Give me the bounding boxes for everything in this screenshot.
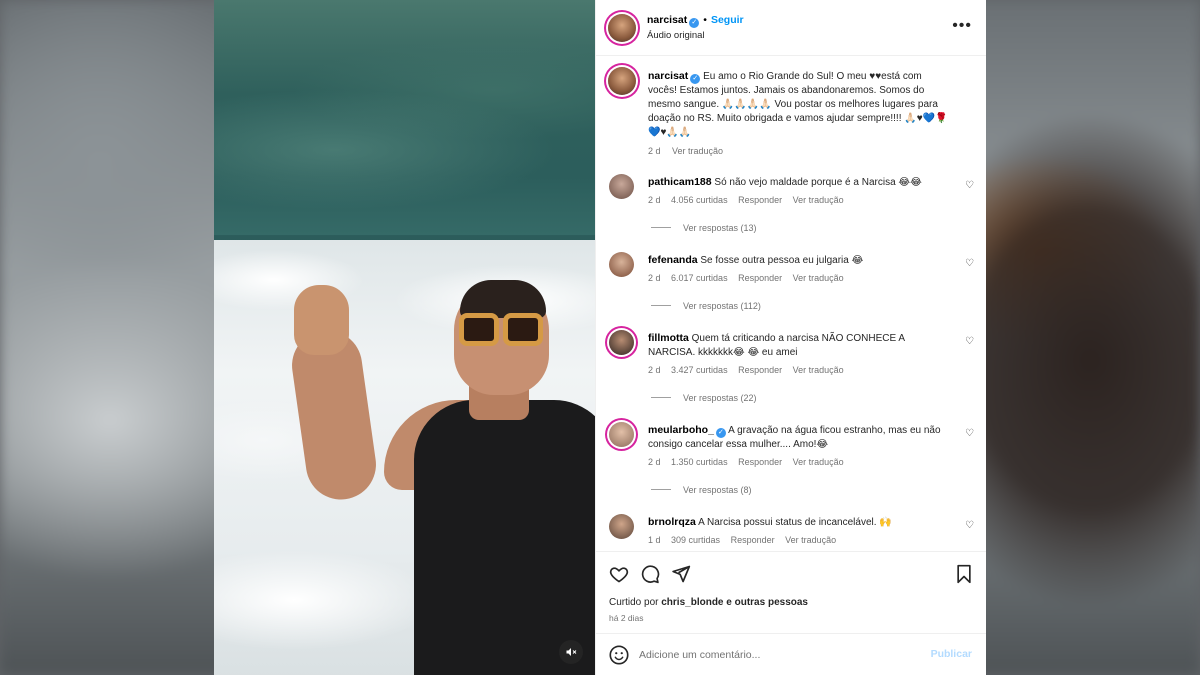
- comment-text-block: fefenanda Se fosse outra pessoa eu julga…: [648, 253, 948, 268]
- reply-button[interactable]: Responder: [738, 457, 782, 467]
- caption-translate-link[interactable]: Ver tradução: [672, 146, 723, 156]
- commenter-username[interactable]: fillmotta: [648, 332, 689, 344]
- comment-likes[interactable]: 3.427 curtidas: [671, 365, 728, 375]
- translate-link[interactable]: Ver tradução: [793, 273, 844, 283]
- view-replies-button[interactable]: Ver respostas (13): [651, 223, 757, 233]
- separator-dot: •: [703, 14, 707, 26]
- caption-username[interactable]: narcisat: [648, 70, 688, 82]
- comment-text-block: pathicam188 Só não vejo maldade porque é…: [648, 175, 948, 190]
- view-replies-button[interactable]: Ver respostas (8): [651, 485, 752, 495]
- comments-list[interactable]: narcisat ✓ Eu amo o Rio Grande do Sul! O …: [596, 56, 986, 551]
- publish-button[interactable]: Publicar: [931, 648, 972, 660]
- comment-text: A Narcisa possui status de incancelável.…: [698, 517, 892, 528]
- comment-text: Só não vejo maldade porque é a Narcisa 😂…: [714, 177, 922, 188]
- commenter-avatar[interactable]: [609, 252, 634, 277]
- ocean-wave: [214, 0, 595, 235]
- author-username[interactable]: narcisat: [647, 14, 687, 26]
- caption-avatar[interactable]: [608, 67, 636, 95]
- comment-time: 2 d: [648, 273, 661, 283]
- translate-link[interactable]: Ver tradução: [793, 365, 844, 375]
- comment-input[interactable]: [639, 646, 919, 664]
- translate-link[interactable]: Ver tradução: [785, 535, 836, 545]
- liked-prefix: Curtido por: [609, 597, 659, 608]
- reply-button[interactable]: Responder: [738, 273, 782, 283]
- commenter-username[interactable]: fefenanda: [648, 254, 698, 266]
- caption-meta: 2 d Ver tradução: [648, 144, 953, 158]
- replies-line: [651, 305, 671, 306]
- replies-line: [651, 227, 671, 228]
- reply-button[interactable]: Responder: [738, 195, 782, 205]
- translate-link[interactable]: Ver tradução: [793, 457, 844, 467]
- like-heart-icon[interactable]: [607, 562, 631, 586]
- comment-meta: 2 d 4.056 curtidas Responder Ver traduçã…: [648, 195, 852, 205]
- post-header: narcisat ✓ • Seguir Áudio original •••: [596, 0, 986, 56]
- view-replies-button[interactable]: Ver respostas (112): [651, 301, 761, 311]
- emoji-smiley-icon[interactable]: [608, 644, 630, 666]
- comment-time: 2 d: [648, 195, 661, 205]
- view-replies-label[interactable]: Ver respostas (13): [683, 223, 757, 233]
- commenter-avatar[interactable]: [609, 514, 634, 539]
- caption-time: 2 d: [648, 146, 661, 156]
- share-send-icon[interactable]: [669, 562, 693, 586]
- comment-meta: 2 d 6.017 curtidas Responder Ver traduçã…: [648, 273, 852, 283]
- caption-text-block: narcisat ✓ Eu amo o Rio Grande do Sul! O …: [648, 69, 953, 158]
- post-detail-panel: narcisat ✓ • Seguir Áudio original ••• narc…: [595, 0, 986, 675]
- comment-text-block: fillmotta Quem tá criticando a narcisa N…: [648, 331, 948, 360]
- liked-by-text: Curtido por chris_blonde e outras pessoa…: [609, 597, 808, 608]
- post-actions: Curtido por chris_blonde e outras pessoa…: [596, 551, 986, 633]
- comment-text: Se fosse outra pessoa eu julgaria 😂: [700, 255, 864, 266]
- liked-user-link[interactable]: chris_blonde: [661, 597, 723, 608]
- view-replies-label[interactable]: Ver respostas (22): [683, 393, 757, 403]
- mute-icon[interactable]: [559, 640, 583, 664]
- comment-text-block: meularboho_ ✓ A gravação na água ficou es…: [648, 423, 948, 452]
- post-timestamp[interactable]: há 2 dias: [609, 613, 644, 623]
- person-swimsuit: [414, 400, 595, 675]
- replies-line: [651, 489, 671, 490]
- commenter-username[interactable]: brnolrqza: [648, 516, 696, 528]
- commenter-avatar[interactable]: [609, 422, 634, 447]
- comment-like-heart-icon[interactable]: ♡: [965, 336, 974, 347]
- comment-like-heart-icon[interactable]: ♡: [965, 258, 974, 269]
- verified-badge-icon: ✓: [689, 18, 700, 28]
- comment-time: 2 d: [648, 457, 661, 467]
- view-replies-button[interactable]: Ver respostas (22): [651, 393, 757, 403]
- comment-time: 2 d: [648, 365, 661, 375]
- comment-meta: 1 d 309 curtidas Responder Ver tradução: [648, 535, 844, 545]
- bookmark-save-icon[interactable]: [952, 562, 976, 586]
- verified-badge-icon: ✓: [690, 74, 701, 84]
- sunglasses: [459, 313, 544, 347]
- follow-button[interactable]: Seguir: [711, 14, 744, 26]
- commenter-username[interactable]: meularboho_: [648, 424, 714, 436]
- liked-others-link[interactable]: e outras pessoas: [726, 597, 808, 608]
- commenter-avatar[interactable]: [609, 330, 634, 355]
- comment-likes[interactable]: 1.350 curtidas: [671, 457, 728, 467]
- comment-time: 1 d: [648, 535, 661, 545]
- post-video[interactable]: [214, 0, 595, 675]
- comment-likes[interactable]: 309 curtidas: [671, 535, 720, 545]
- add-comment-bar: Publicar: [596, 633, 986, 675]
- translate-link[interactable]: Ver tradução: [793, 195, 844, 205]
- comment-like-heart-icon[interactable]: ♡: [965, 428, 974, 439]
- replies-line: [651, 397, 671, 398]
- person-hand: [294, 285, 349, 355]
- reply-button[interactable]: Responder: [731, 535, 775, 545]
- view-replies-label[interactable]: Ver respostas (8): [683, 485, 752, 495]
- comment-meta: 2 d 1.350 curtidas Responder Ver traduçã…: [648, 457, 852, 467]
- commenter-username[interactable]: pathicam188: [648, 176, 712, 188]
- author-line: narcisat ✓ • Seguir: [647, 14, 744, 28]
- verified-badge-icon: ✓: [715, 428, 726, 438]
- comment-bubble-icon[interactable]: [638, 562, 662, 586]
- comment-meta: 2 d 3.427 curtidas Responder Ver traduçã…: [648, 365, 852, 375]
- author-avatar[interactable]: [608, 14, 636, 42]
- comment-like-heart-icon[interactable]: ♡: [965, 180, 974, 191]
- view-replies-label[interactable]: Ver respostas (112): [683, 301, 761, 311]
- audio-label[interactable]: Áudio original: [647, 30, 705, 41]
- comment-likes[interactable]: 6.017 curtidas: [671, 273, 728, 283]
- commenter-avatar[interactable]: [609, 174, 634, 199]
- more-horizontal-icon[interactable]: •••: [952, 16, 972, 36]
- comment-like-heart-icon[interactable]: ♡: [965, 520, 974, 531]
- comment-text-block: brnolrqza A Narcisa possui status de inc…: [648, 515, 948, 530]
- reply-button[interactable]: Responder: [738, 365, 782, 375]
- comment-likes[interactable]: 4.056 curtidas: [671, 195, 728, 205]
